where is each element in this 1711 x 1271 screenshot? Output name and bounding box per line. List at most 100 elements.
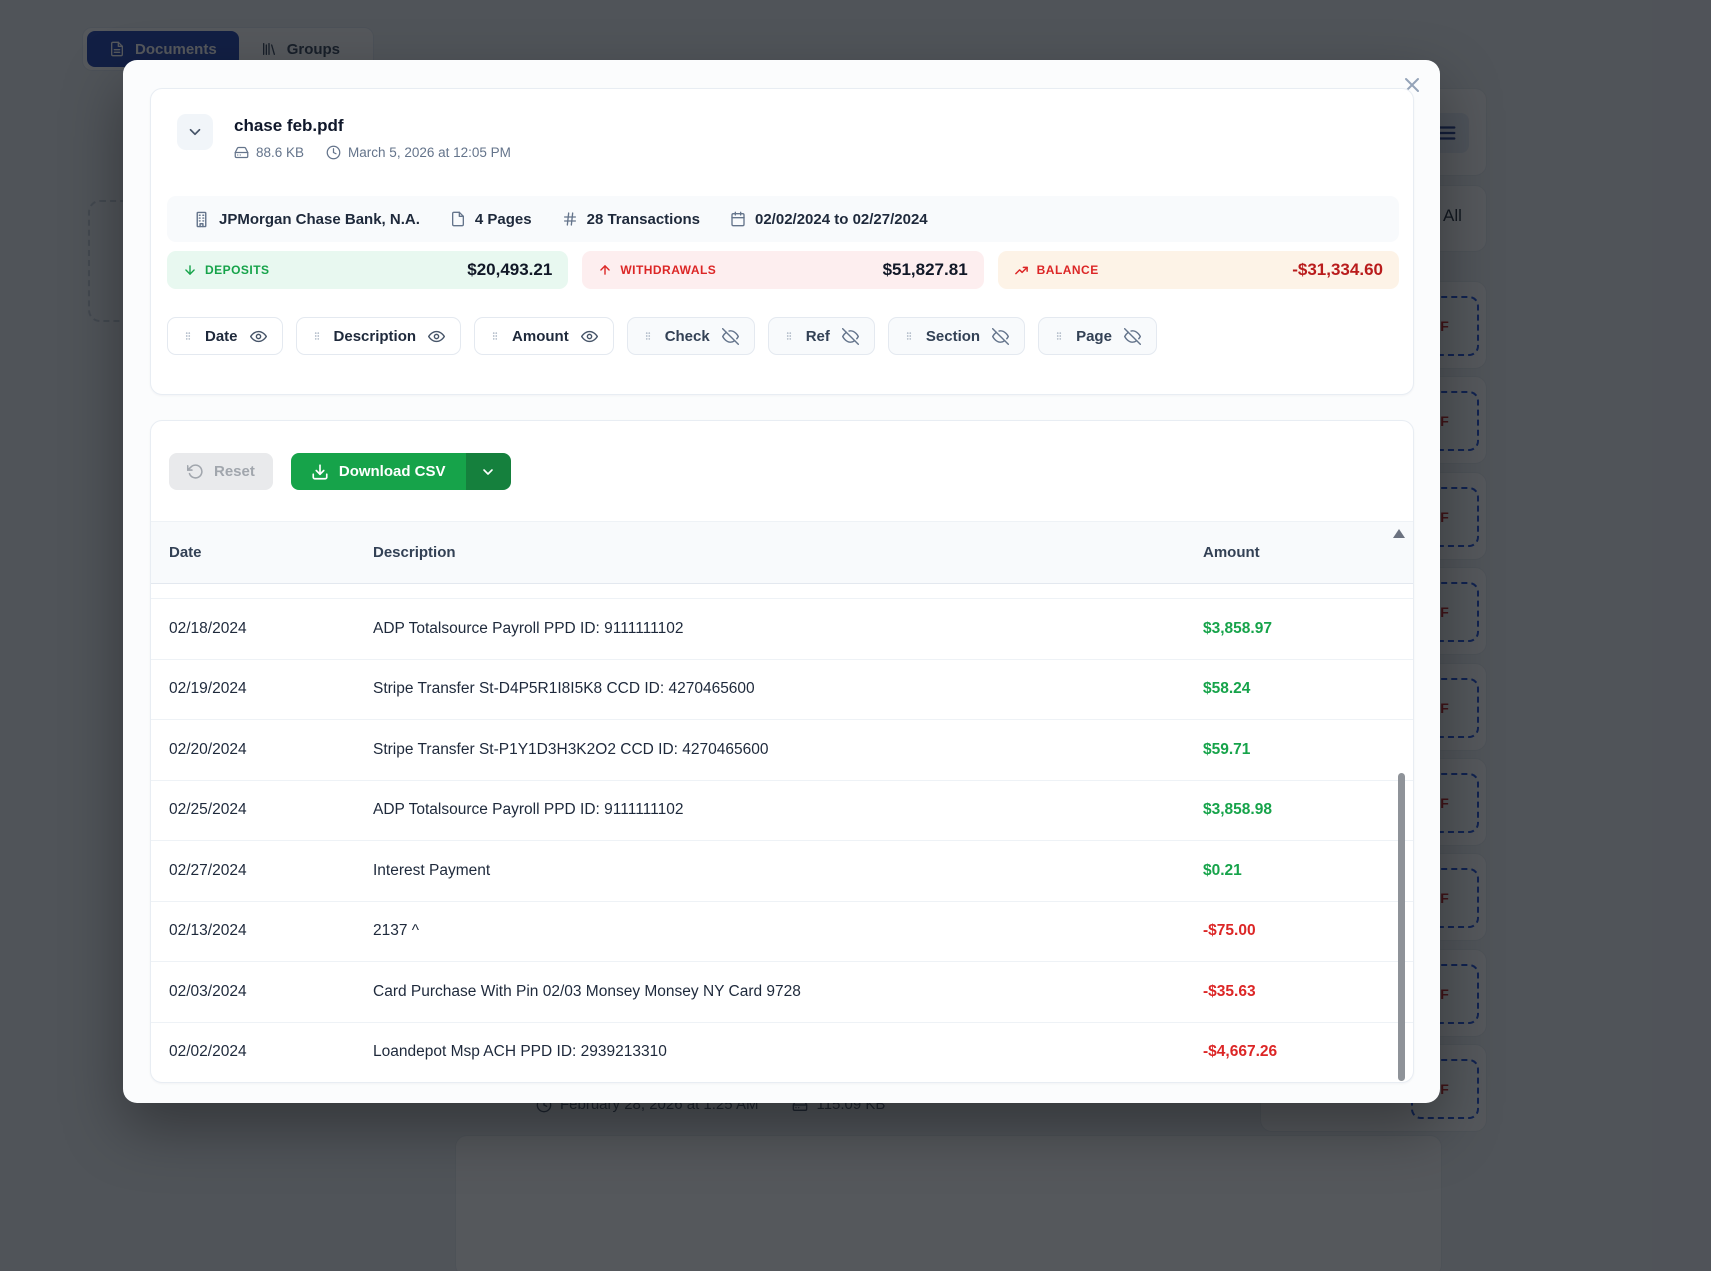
download-split-button: Download CSV [291, 453, 511, 490]
download-csv-button[interactable]: Download CSV [291, 453, 466, 490]
column-chip-page[interactable]: Page [1038, 317, 1157, 355]
eye-icon[interactable] [428, 328, 445, 345]
drag-handle-icon[interactable] [312, 328, 322, 344]
cell-amount: $59.71 [1203, 741, 1413, 759]
screen: Documents Groups All FFFFFFFFF [0, 0, 1711, 1271]
hash-icon [562, 211, 578, 227]
eye-icon[interactable] [581, 328, 598, 345]
balance-card: BALANCE -$31,334.60 [998, 251, 1399, 289]
withdrawals-label-group: WITHDRAWALS [598, 263, 716, 277]
deposits-label: DEPOSITS [205, 263, 270, 277]
bank-name-item: JPMorgan Chase Bank, N.A. [193, 211, 420, 228]
eye-off-icon[interactable] [992, 328, 1009, 345]
reset-label: Reset [214, 463, 255, 480]
scrollbar-thumb[interactable] [1398, 773, 1405, 1081]
download-icon [311, 463, 329, 481]
cell-description: Card Purchase With Pin 02/03 Monsey Mons… [373, 983, 1203, 1001]
file-header: chase feb.pdf 88.6 KB March [177, 114, 511, 160]
column-chip-label: Section [926, 328, 980, 345]
column-chip-label: Date [205, 328, 238, 345]
deposits-card: DEPOSITS $20,493.21 [167, 251, 568, 289]
eye-icon[interactable] [250, 328, 267, 345]
table-row[interactable]: 02/02/2024Loandepot Msp ACH PPD ID: 2939… [151, 1023, 1413, 1084]
pages-count: 4 Pages [475, 211, 532, 228]
date-range-item: 02/02/2024 to 02/27/2024 [730, 211, 928, 228]
table-row[interactable]: 02/25/2024ADP Totalsource Payroll PPD ID… [151, 781, 1413, 842]
table-row[interactable]: 02/03/2024Card Purchase With Pin 02/03 M… [151, 962, 1413, 1023]
cell-description: 2137 ^ [373, 922, 1203, 940]
file-icon [450, 211, 466, 227]
bank-name: JPMorgan Chase Bank, N.A. [219, 211, 420, 228]
column-chip-amount[interactable]: Amount [474, 317, 614, 355]
column-chip-label: Ref [806, 328, 830, 345]
drag-handle-icon[interactable] [1054, 328, 1064, 344]
bank-icon [193, 211, 210, 228]
table-toolbar: Reset Download CSV [169, 453, 511, 490]
hard-drive-icon [234, 145, 249, 160]
cell-amount: $58.24 [1203, 680, 1413, 698]
withdrawals-value: $51,827.81 [883, 260, 968, 280]
cell-description: Stripe Transfer St-P1Y1D3H3K2O2 CCD ID: … [373, 741, 1203, 759]
collapse-button[interactable] [177, 114, 213, 150]
column-chip-date[interactable]: Date [167, 317, 283, 355]
table-row[interactable]: 02/20/2024Stripe Transfer St-P1Y1D3H3K2O… [151, 720, 1413, 781]
scrollbar-up-arrow[interactable] [1393, 529, 1405, 538]
deposits-label-group: DEPOSITS [183, 263, 270, 277]
cell-description: ADP Totalsource Payroll PPD ID: 91111111… [373, 801, 1203, 819]
balance-value: -$31,334.60 [1292, 260, 1383, 280]
drag-handle-icon[interactable] [490, 328, 500, 344]
calendar-icon [730, 211, 746, 227]
column-chip-label: Amount [512, 328, 569, 345]
chevron-down-icon [186, 123, 204, 141]
balance-label-group: BALANCE [1014, 263, 1099, 278]
cell-date: 02/20/2024 [169, 741, 373, 759]
cell-date: 02/27/2024 [169, 862, 373, 880]
eye-off-icon[interactable] [722, 328, 739, 345]
column-chip-label: Description [334, 328, 417, 345]
date-range: 02/02/2024 to 02/27/2024 [755, 211, 928, 228]
download-options-button[interactable] [466, 453, 511, 490]
balance-label: BALANCE [1037, 263, 1099, 277]
reset-button[interactable]: Reset [169, 453, 273, 490]
column-chip-description[interactable]: Description [296, 317, 462, 355]
arrow-down-icon [183, 263, 197, 277]
column-chip-section[interactable]: Section [888, 317, 1025, 355]
file-modified-seg: March 5, 2026 at 12:05 PM [326, 145, 511, 160]
header-description[interactable]: Description [373, 544, 1203, 561]
cell-date: 02/13/2024 [169, 922, 373, 940]
column-chip-label: Page [1076, 328, 1112, 345]
cell-date: 02/03/2024 [169, 983, 373, 1001]
file-size: 88.6 KB [256, 145, 304, 160]
cell-date: 02/25/2024 [169, 801, 373, 819]
cell-amount: -$75.00 [1203, 922, 1413, 940]
eye-off-icon[interactable] [1124, 328, 1141, 345]
cell-description: Loandepot Msp ACH PPD ID: 2939213310 [373, 1043, 1203, 1061]
table-row[interactable]: 02/18/2024ADP Totalsource Payroll PPD ID… [151, 599, 1413, 660]
table-row[interactable]: 02/13/20242137 ^-$75.00 [151, 902, 1413, 963]
deposits-value: $20,493.21 [467, 260, 552, 280]
table-row[interactable]: 02/27/2024Interest Payment$0.21 [151, 841, 1413, 902]
withdrawals-card: WITHDRAWALS $51,827.81 [582, 251, 983, 289]
statement-meta-bar: JPMorgan Chase Bank, N.A. 4 Pages 28 Tra… [167, 196, 1399, 242]
file-modified: March 5, 2026 at 12:05 PM [348, 145, 511, 160]
pages-item: 4 Pages [450, 211, 532, 228]
cell-amount: -$35.63 [1203, 983, 1413, 1001]
arrow-up-icon [598, 263, 612, 277]
header-date[interactable]: Date [169, 544, 373, 561]
column-chip-check[interactable]: Check [627, 317, 755, 355]
cell-date: 02/19/2024 [169, 680, 373, 698]
transactions-count: 28 Transactions [587, 211, 700, 228]
eye-off-icon[interactable] [842, 328, 859, 345]
file-details-modal: chase feb.pdf 88.6 KB March [123, 60, 1440, 1103]
table-header: Date Description Amount [151, 521, 1413, 584]
header-amount[interactable]: Amount [1203, 544, 1413, 561]
drag-handle-icon[interactable] [183, 328, 193, 344]
drag-handle-icon[interactable] [643, 328, 653, 344]
file-name: chase feb.pdf [234, 116, 511, 136]
transactions-table: Date Description Amount 02/18/2024ADP To… [151, 521, 1413, 1083]
column-chip-ref[interactable]: Ref [768, 317, 875, 355]
cell-amount: $3,858.97 [1203, 620, 1413, 638]
table-row[interactable]: 02/19/2024Stripe Transfer St-D4P5R1I8I5K… [151, 660, 1413, 721]
drag-handle-icon[interactable] [784, 328, 794, 344]
drag-handle-icon[interactable] [904, 328, 914, 344]
